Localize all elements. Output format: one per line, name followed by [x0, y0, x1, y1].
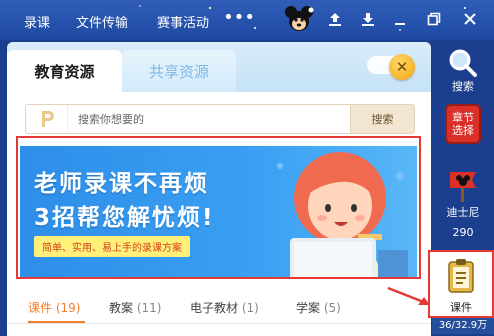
tab-label: 教案 [109, 301, 134, 315]
magnifier-icon [449, 49, 477, 77]
search-button[interactable]: 搜索 [350, 105, 414, 133]
arrow-annotation [387, 286, 430, 305]
tab-shared-resources[interactable]: 共享资源 [122, 50, 236, 92]
close-icon[interactable] [459, 8, 481, 30]
share-icon[interactable] [324, 8, 346, 30]
sidebar-chapter-select[interactable]: 章节 选择 [432, 104, 494, 144]
tab-label: 教育资源 [34, 62, 95, 81]
storage-count: 36/32.9万 [432, 318, 494, 334]
disney-label: 迪士尼 [446, 206, 480, 219]
search-button-label: 搜索 [371, 113, 394, 126]
menu-file-transfer[interactable]: 文件传输 [76, 12, 128, 31]
tab-count: (11) [136, 301, 162, 315]
menu-record-lesson[interactable]: 录课 [24, 12, 50, 31]
sidebar-courseware[interactable]: 课件 [428, 250, 494, 318]
tab-label: 学案 [296, 301, 321, 315]
close-icon: ✕ [395, 58, 409, 76]
more-dots-icon[interactable]: ••• [223, 6, 255, 28]
tab-lesson-plan[interactable]: 教案 (11) [109, 299, 161, 316]
top-toolbar: 录课 文件传输 赛事活动 ••• [0, 0, 494, 40]
tab-divider [7, 323, 431, 324]
tab-education-resources[interactable]: 教育资源 [7, 50, 122, 92]
tab-count: (5) [323, 301, 341, 315]
right-sidebar: 搜索 章节 选择 迪士尼 290 课件 36/32.9万 [428, 40, 494, 336]
chapter-select-icon: 章节 选择 [445, 104, 481, 144]
chapter-label-line1: 章节 [452, 111, 474, 124]
tab-count: (19) [55, 301, 81, 315]
minimize-icon[interactable] [389, 8, 411, 30]
menu-events[interactable]: 赛事活动 [157, 12, 209, 31]
sidebar-search-label: 搜索 [452, 80, 474, 93]
restore-window-icon[interactable] [423, 8, 445, 30]
disney-count: 290 [452, 226, 474, 239]
sidebar-search[interactable]: 搜索 [432, 48, 494, 94]
tab-count: (1) [241, 301, 259, 315]
disney-flag-icon [450, 172, 476, 202]
download-icon[interactable] [357, 8, 379, 30]
mickey-icon[interactable] [284, 4, 314, 34]
search-input[interactable] [78, 105, 348, 133]
app-logo-icon [26, 105, 68, 133]
search-bar: 搜索 [25, 104, 415, 134]
courseware-label: 课件 [450, 301, 472, 314]
chapter-label-line2: 选择 [452, 124, 474, 137]
banner-highlight-frame [16, 136, 421, 279]
resource-panel: 共享资源 教育资源 ✕ 搜索 老师录课不再烦 3招帮您解忧烦! 简单、实用、易上… [7, 42, 431, 336]
sidebar-disney[interactable]: 迪士尼 290 [432, 168, 494, 239]
close-panel-button[interactable]: ✕ [389, 54, 415, 80]
tab-courseware[interactable]: 课件 (19) [28, 299, 80, 316]
courseware-clipboard-icon [448, 259, 474, 293]
tab-e-textbook[interactable]: 电子教材 (1) [190, 299, 259, 316]
tab-label: 电子教材 [190, 301, 239, 315]
tab-label: 课件 [28, 301, 53, 315]
tab-label: 共享资源 [148, 62, 209, 81]
active-tab-underline [28, 321, 85, 323]
tab-study-plan[interactable]: 学案 (5) [296, 299, 341, 316]
